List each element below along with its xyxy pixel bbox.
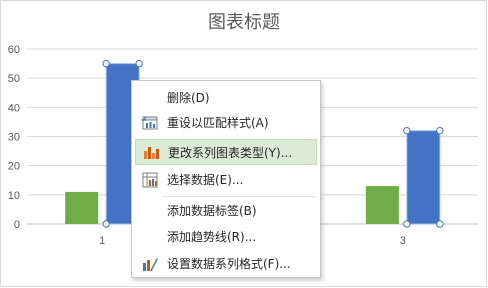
- menu-item-add-trendline[interactable]: 添加趋势线(R)...: [135, 224, 317, 250]
- menu-item-label: 更改系列图表类型(Y)...: [168, 146, 293, 160]
- menu-item-delete[interactable]: 删除(D): [135, 85, 317, 111]
- selection-handle[interactable]: [102, 220, 110, 228]
- menu-item-reset-style[interactable]: 重设以匹配样式(A): [135, 110, 317, 136]
- bar[interactable]: [65, 191, 99, 224]
- reset-style-icon: [141, 114, 159, 132]
- bar[interactable]: [406, 130, 441, 225]
- menu-item-label: 选择数据(E)...: [167, 173, 244, 187]
- selection-handle[interactable]: [403, 220, 411, 228]
- menu-item-change-chart-type[interactable]: 更改系列图表类型(Y)...: [135, 139, 317, 165]
- selection-handle[interactable]: [403, 126, 411, 135]
- change-chart-type-icon: [142, 144, 160, 162]
- menu-item-format-data-series[interactable]: 设置数据系列格式(F)...: [135, 251, 317, 277]
- format-series-icon: [141, 255, 159, 273]
- menu-item-add-data-labels[interactable]: 添加数据标签(B): [135, 198, 317, 224]
- y-tick-label: 60: [8, 44, 20, 56]
- y-tick-label: 50: [8, 73, 20, 85]
- menu-item-label: 添加趋势线(R)...: [167, 230, 257, 244]
- selection-handle[interactable]: [436, 126, 444, 135]
- context-menu: 删除(D) 重设以匹配样式(A) 更改系列图表类型(Y)... 选择数据(E).…: [131, 80, 321, 278]
- selection-handle[interactable]: [102, 59, 110, 68]
- selection-handle[interactable]: [436, 220, 444, 228]
- y-tick-label: 0: [14, 219, 20, 231]
- bar[interactable]: [365, 186, 399, 224]
- menu-item-label: 设置数据系列格式(F)...: [167, 257, 291, 271]
- menu-item-label: 重设以匹配样式(A): [167, 116, 269, 130]
- menu-item-label: 删除(D): [167, 91, 210, 105]
- menu-item-label: 添加数据标签(B): [167, 204, 257, 218]
- menu-item-select-data[interactable]: 选择数据(E)...: [135, 167, 317, 193]
- y-tick-label: 40: [8, 102, 20, 114]
- x-tick-label: 3: [400, 235, 406, 247]
- selection-handle[interactable]: [135, 59, 143, 68]
- y-tick-label: 10: [8, 190, 20, 202]
- select-data-icon: [141, 171, 159, 189]
- menu-separator: [162, 196, 316, 197]
- x-tick-label: 1: [99, 235, 105, 247]
- y-tick-label: 30: [8, 132, 20, 144]
- y-tick-label: 20: [8, 161, 20, 173]
